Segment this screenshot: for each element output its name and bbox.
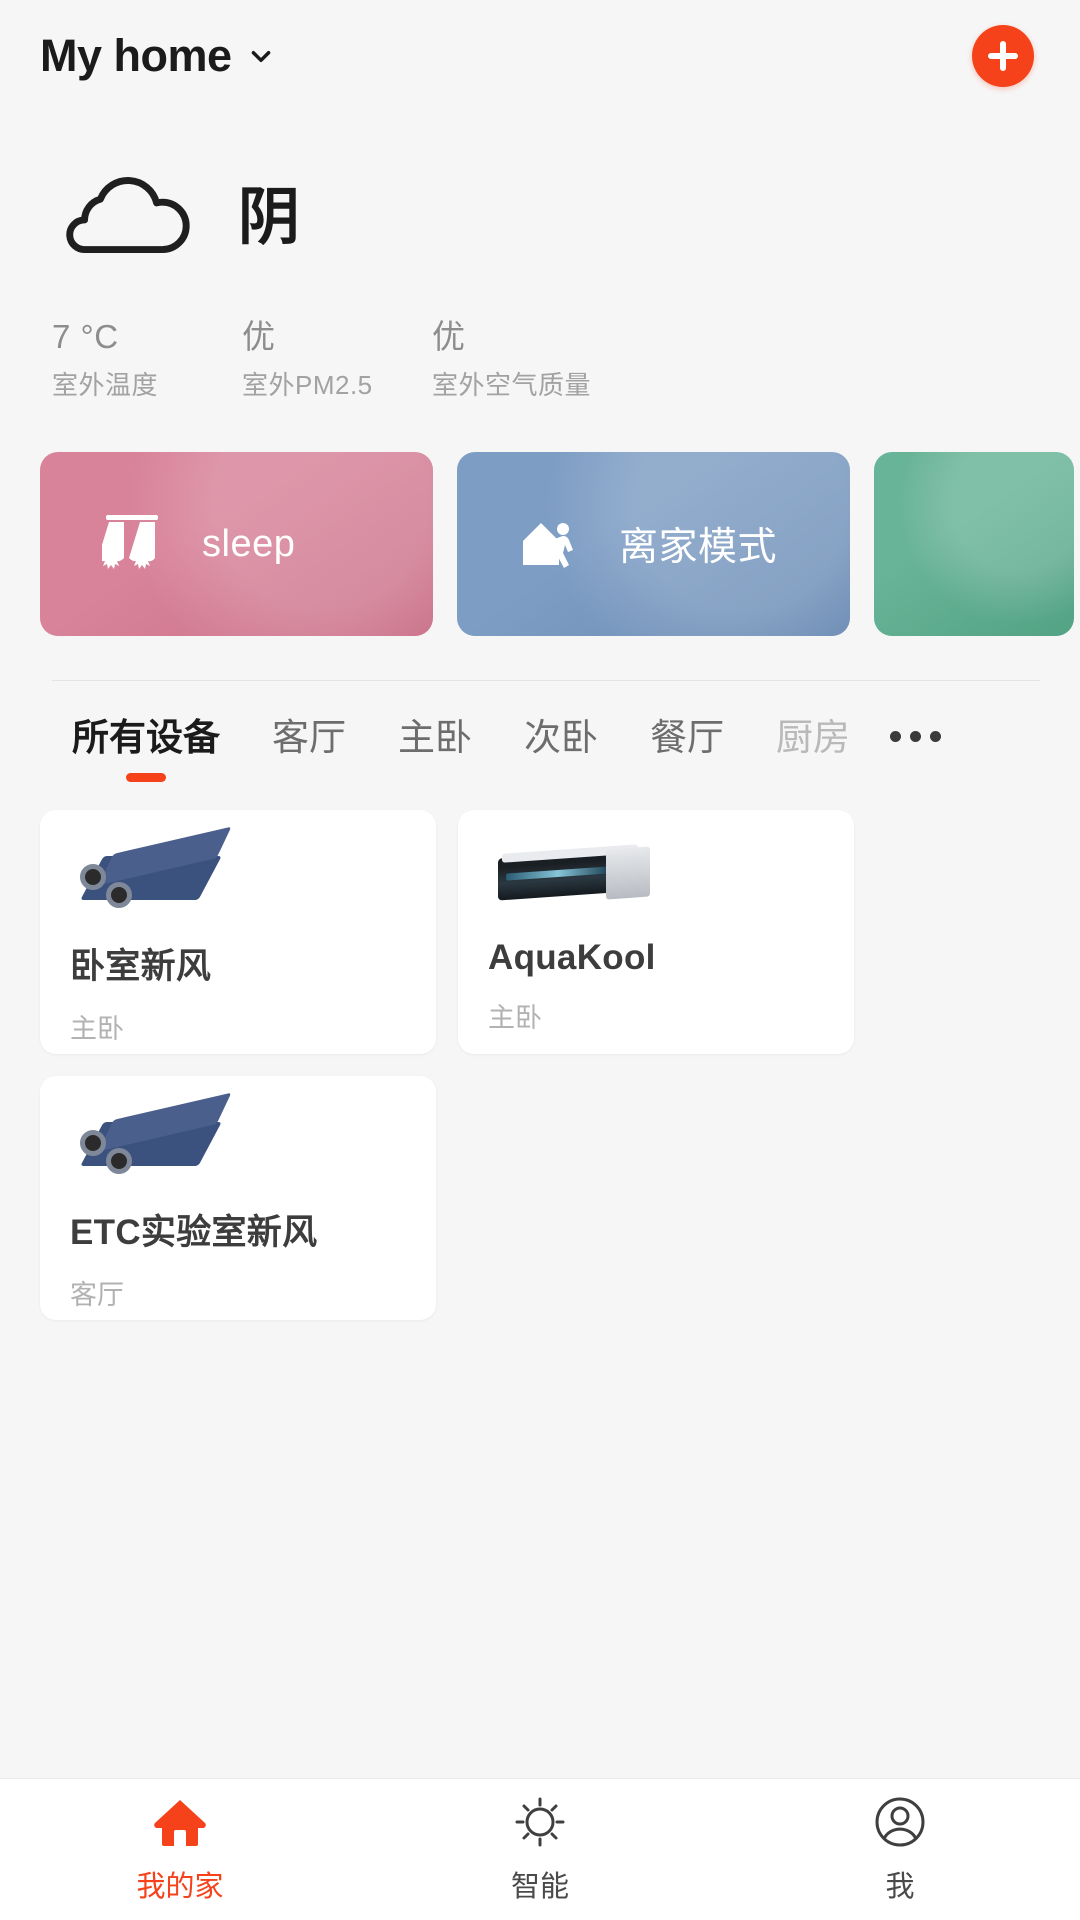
- tab-label: 主卧: [398, 717, 472, 759]
- device-room: 客厅: [70, 1279, 124, 1310]
- device-grid: 卧室新风 主卧 AquaKool 主卧 ETC实验室新风 客厅: [0, 809, 1080, 1320]
- add-button[interactable]: [972, 25, 1034, 87]
- scene-label: 离家模式: [619, 526, 778, 570]
- nav-item-my-home[interactable]: 我的家: [0, 1779, 360, 1920]
- home-icon: [153, 1795, 207, 1849]
- stat-label: 室外温度: [52, 370, 159, 401]
- leave-home-icon: [519, 513, 579, 575]
- tab-kitchen[interactable]: 厨房: [750, 715, 876, 761]
- chevron-down-icon[interactable]: [248, 43, 274, 69]
- device-room: 主卧: [488, 1002, 542, 1033]
- tab-label: 厨房: [776, 717, 850, 759]
- scene-card-sleep[interactable]: sleep: [40, 452, 433, 637]
- device-card[interactable]: ETC实验室新风 客厅: [40, 1075, 436, 1320]
- nav-label: 智能: [510, 1870, 569, 1903]
- device-card[interactable]: AquaKool 主卧: [458, 809, 854, 1054]
- tab-label: 客厅: [272, 717, 346, 759]
- tab-master-bedroom[interactable]: 主卧: [372, 715, 498, 761]
- tab-dining-room[interactable]: 餐厅: [624, 715, 750, 761]
- weather-summary: 阴: [52, 160, 1080, 276]
- curtains-icon: [98, 513, 162, 575]
- nav-item-profile[interactable]: 我: [720, 1779, 1080, 1920]
- weather-condition: 阴: [238, 183, 301, 252]
- erv-unit-image: [70, 826, 406, 920]
- tab-label: 所有设备: [72, 717, 220, 759]
- device-card[interactable]: 卧室新风 主卧: [40, 809, 436, 1054]
- plus-icon: [986, 39, 1020, 73]
- tab-label: 餐厅: [650, 717, 724, 759]
- nav-label: 我: [885, 1870, 915, 1903]
- nav-item-smart[interactable]: 智能: [360, 1779, 720, 1920]
- scene-card-partial[interactable]: [874, 452, 1074, 637]
- stat-outdoor-air-quality: 优 室外空气质量: [432, 316, 622, 402]
- device-name: 卧室新风: [70, 946, 212, 986]
- scene-carousel[interactable]: sleep 离家模式: [0, 452, 1080, 637]
- weather-stats: 7 °C 室外温度 优 室外PM2.5 优 室外空气质量: [52, 316, 1080, 402]
- app-header: My home: [0, 0, 1080, 112]
- ducted-ac-image: [488, 838, 824, 920]
- device-name: AquaKool: [488, 937, 656, 977]
- weather-section[interactable]: 阴 7 °C 室外温度 优 室外PM2.5 优 室外空气质量: [0, 112, 1080, 402]
- tab-all-devices[interactable]: 所有设备: [46, 715, 246, 782]
- stat-label: 室外PM2.5: [242, 370, 373, 401]
- scene-card-away-mode[interactable]: 离家模式: [457, 452, 850, 637]
- stat-value: 优: [432, 318, 466, 355]
- tab-second-bedroom[interactable]: 次卧: [498, 715, 624, 761]
- person-circle-icon: [873, 1795, 927, 1849]
- stat-value: 7 °C: [52, 318, 119, 355]
- stat-value: 优: [242, 318, 276, 355]
- device-room: 主卧: [70, 1013, 124, 1044]
- cloud-icon: [52, 166, 200, 271]
- stat-outdoor-pm25: 优 室外PM2.5: [242, 316, 432, 402]
- device-name: ETC实验室新风: [70, 1212, 318, 1252]
- room-tabs[interactable]: 所有设备 客厅 主卧 次卧 餐厅 厨房: [0, 681, 1080, 782]
- scene-label: sleep: [202, 522, 296, 565]
- erv-unit-image: [70, 1092, 406, 1186]
- stat-outdoor-temperature: 7 °C 室外温度: [52, 316, 242, 402]
- tab-active-indicator: [126, 772, 166, 782]
- more-horizontal-icon[interactable]: [890, 715, 941, 743]
- home-selector[interactable]: My home: [40, 30, 274, 82]
- sun-icon: [513, 1795, 567, 1849]
- bottom-navigation: 我的家 智能 我: [0, 1778, 1080, 1920]
- page-title: My home: [40, 30, 232, 81]
- tab-label: 次卧: [524, 717, 598, 759]
- stat-label: 室外空气质量: [432, 370, 592, 401]
- tab-living-room[interactable]: 客厅: [246, 715, 372, 761]
- nav-label: 我的家: [136, 1870, 224, 1903]
